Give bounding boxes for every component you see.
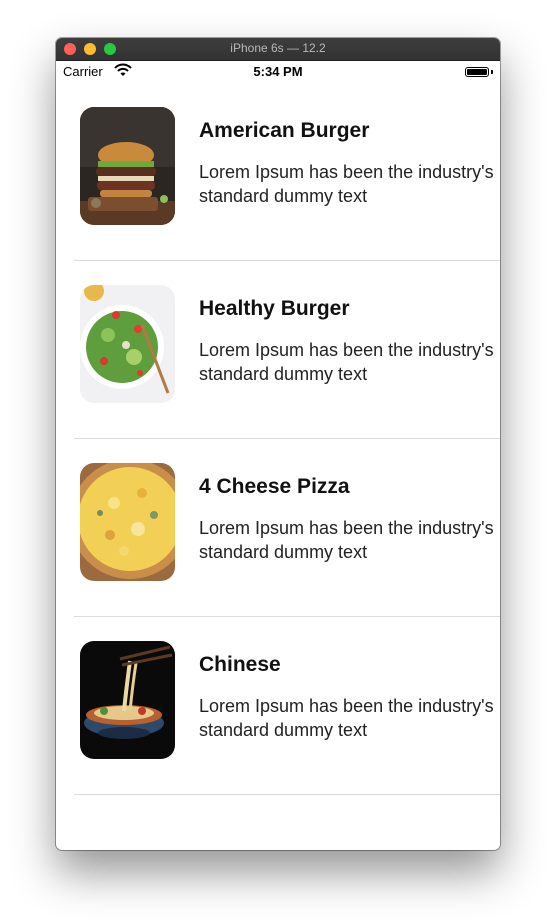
status-time: 5:34 PM [253,64,303,79]
window-titlebar: iPhone 6s — 12.2 [56,38,500,61]
item-title: 4 Cheese Pizza [199,475,350,498]
list-item[interactable]: Healthy Burger Lorem Ipsum has been the … [74,261,500,439]
ios-status-bar: Carrier 5:34 PM [56,61,500,83]
simulator-window: iPhone 6s — 12.2 Carrier 5:34 PM America… [56,38,500,850]
item-title: American Burger [199,119,370,142]
chinese-noodles-image [80,641,175,759]
list-item[interactable]: Chinese Lorem Ipsum has been the industr… [74,617,500,795]
item-description: Lorem Ipsum has been the industry's stan… [199,162,494,206]
cheese-pizza-image [80,463,175,581]
item-title: Healthy Burger [199,297,350,320]
window-title: iPhone 6s — 12.2 [230,41,326,55]
item-description: Lorem Ipsum has been the industry's stan… [199,340,494,384]
healthy-burger-image [80,285,175,403]
american-burger-image [80,107,175,225]
list-item[interactable]: American Burger Lorem Ipsum has been the… [74,83,500,261]
food-list: American Burger Lorem Ipsum has been the… [74,83,500,795]
item-description: Lorem Ipsum has been the industry's stan… [199,696,494,740]
item-title: Chinese [199,653,281,676]
battery-icon [465,67,489,77]
list-item[interactable]: 4 Cheese Pizza Lorem Ipsum has been the … [74,439,500,617]
item-description: Lorem Ipsum has been the industry's stan… [199,518,494,562]
battery-tip [491,70,493,74]
